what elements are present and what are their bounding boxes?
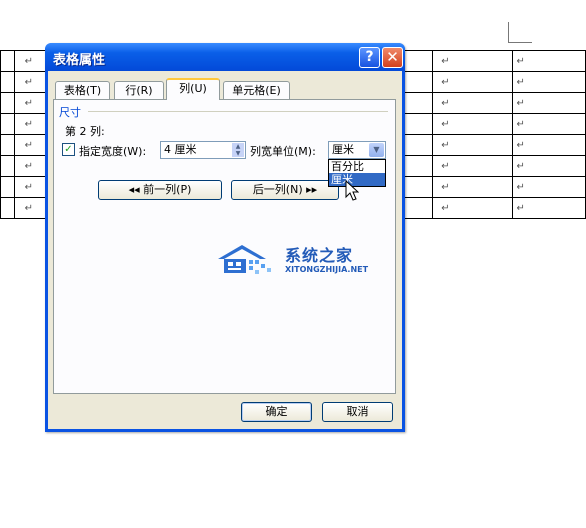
spinner-arrows-icon[interactable]: ▲ ▼ [232,143,244,157]
tab-column[interactable]: 列(U) [166,78,220,100]
document-table-cell[interactable]: ↵ [511,71,586,93]
help-icon: ? [365,49,374,65]
width-spinner[interactable]: 4 厘米 ▲ ▼ [160,141,246,159]
page-margin-mark [508,42,532,43]
paragraph-mark-icon: ↵ [441,97,450,109]
document-table-cell[interactable]: ↵ [13,176,48,198]
watermark-logo-icon [218,245,271,274]
paragraph-mark-icon: ↵ [516,97,525,109]
document-table-cell[interactable] [0,176,15,198]
document-table-cell[interactable]: ↵ [13,92,48,114]
unit-combo-value: 厘米 [332,143,354,156]
document-table-cell[interactable] [0,134,15,156]
width-value: 4 厘米 [164,143,197,156]
document-table-cell[interactable]: ↵ [511,155,586,177]
document-table-cell[interactable]: ↵ [13,50,48,72]
group-divider [88,111,388,112]
cancel-button[interactable]: 取消 [322,402,393,422]
paragraph-mark-icon: ↵ [516,118,525,130]
document-table-cell[interactable]: ↵ [511,50,586,72]
document-table-cell[interactable]: ↵ [432,50,513,72]
ok-button[interactable]: 确定 [241,402,312,422]
help-button[interactable]: ? [359,47,380,68]
paragraph-mark-icon: ↵ [441,181,450,193]
paragraph-mark-icon: ↵ [516,139,525,151]
paragraph-mark-icon: ↵ [24,97,34,109]
paragraph-mark-icon: ↵ [516,181,525,193]
size-group-label: 尺寸 [59,106,81,119]
document-table-cell[interactable]: ↵ [432,71,513,93]
document-table-cell[interactable]: ↵ [511,92,586,114]
paragraph-mark-icon: ↵ [24,55,34,67]
close-icon: ✕ [386,48,399,66]
document-table-cell[interactable] [0,113,15,135]
paragraph-mark-icon: ↵ [516,160,525,172]
document-table-cell[interactable]: ↵ [511,113,586,135]
dropdown-option-percent[interactable]: 百分比 [329,160,385,173]
document-table-cell[interactable]: ↵ [432,113,513,135]
table-properties-dialog: 表格属性 ? ✕ 表格(T) 行(R) 列(U) 单元格(E) 尺寸 第 2 列… [45,43,405,432]
watermark-subtitle: XITONGZHIJIA.NET [285,265,369,274]
document-table-cell[interactable]: ↵ [511,176,586,198]
document-table-cell[interactable]: ↵ [13,134,48,156]
tab-cell[interactable]: 单元格(E) [223,81,290,99]
paragraph-mark-icon: ↵ [441,76,450,88]
paragraph-mark-icon: ↵ [24,76,34,88]
document-table-cell[interactable]: ↵ [13,71,48,93]
paragraph-mark-icon: ↵ [516,55,525,67]
tab-row[interactable]: 行(R) [114,81,164,99]
checkmark-icon: ✓ [64,144,73,155]
document-table-cell[interactable] [0,197,15,219]
unit-label: 列宽单位(M): [250,145,316,158]
document-table-cell[interactable]: ↵ [432,197,513,219]
document-table-cell[interactable]: ↵ [511,197,586,219]
document-table-cell[interactable] [0,92,15,114]
mouse-cursor-icon [345,180,359,201]
paragraph-mark-icon: ↵ [441,55,450,67]
specify-width-checkbox[interactable]: ✓ [62,143,75,156]
page-margin-mark [508,22,509,42]
specify-width-label[interactable]: 指定宽度(W): [79,143,146,159]
document-table-cell[interactable]: ↵ [432,155,513,177]
paragraph-mark-icon: ↵ [24,202,34,214]
tab-table[interactable]: 表格(T) [55,81,110,99]
paragraph-mark-icon: ↵ [441,160,450,172]
chevron-down-icon[interactable]: ▼ [369,143,384,157]
paragraph-mark-icon: ↵ [441,139,450,151]
close-button[interactable]: ✕ [382,47,403,68]
paragraph-mark-icon: ↵ [441,118,450,130]
document-table-cell[interactable]: ↵ [13,113,48,135]
document-table-cell[interactable]: ↵ [13,155,48,177]
paragraph-mark-icon: ↵ [24,181,34,193]
unit-combo[interactable]: 厘米 ▼ [328,141,386,159]
dialog-title: 表格属性 [53,53,106,68]
column-number-label: 第 2 列: [65,125,105,138]
paragraph-mark-icon: ↵ [24,160,34,172]
document-table-cell[interactable]: ↵ [432,134,513,156]
dialog-titlebar[interactable]: 表格属性 ? ✕ [45,43,405,71]
document-table-cell[interactable]: ↵ [432,92,513,114]
previous-column-button[interactable]: ◂◂ 前一列(P) [98,180,222,200]
document-table-cell[interactable] [0,50,15,72]
paragraph-mark-icon: ↵ [516,76,525,88]
document-table-cell[interactable] [0,155,15,177]
next-column-button[interactable]: 后一列(N) ▸▸ [231,180,339,200]
paragraph-mark-icon: ↵ [24,118,34,130]
paragraph-mark-icon: ↵ [516,202,525,214]
watermark-title: 系统之家 [285,246,354,265]
document-table-cell[interactable] [0,71,15,93]
paragraph-mark-icon: ↵ [24,139,34,151]
document-table-cell[interactable]: ↵ [13,197,48,219]
document-table-cell[interactable]: ↵ [432,176,513,198]
document-table-cell[interactable]: ↵ [511,134,586,156]
paragraph-mark-icon: ↵ [441,202,450,214]
